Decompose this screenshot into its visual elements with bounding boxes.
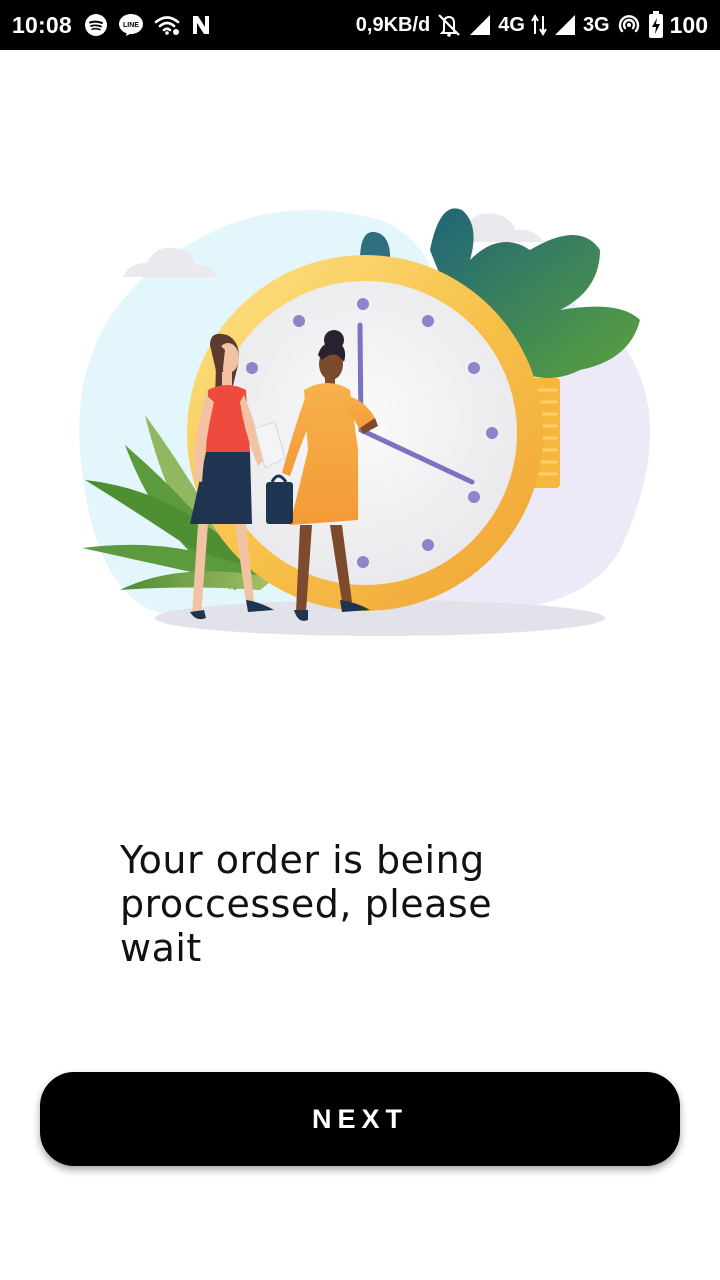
status-bar-right: 0,9KB/d 4G 3G 100 — [356, 11, 708, 39]
order-processing-message: Your order is being proccessed, please w… — [120, 838, 493, 970]
battery-level: 100 — [669, 11, 708, 38]
status-time: 10:08 — [12, 11, 72, 38]
signal-icon — [468, 13, 492, 37]
network-speed: 0,9KB/d — [355, 13, 431, 36]
data-arrows-icon — [531, 14, 547, 36]
clock-with-two-women-illustration — [79, 208, 650, 636]
next-button-label: NEXT — [311, 1103, 408, 1134]
signal-icon — [553, 13, 577, 37]
battery-charging-icon — [648, 11, 664, 39]
wifi-icon — [154, 14, 180, 36]
status-bar-left: 10:08 LINE — [12, 12, 222, 39]
status-bar: 10:08 LINE 0,9KB/d 4G 3G 100 — [0, 0, 720, 50]
line-icon: LINE — [118, 13, 144, 37]
hotspot-icon — [616, 12, 642, 38]
network-4g-label: 4G — [498, 13, 525, 36]
svg-text:LINE: LINE — [123, 22, 139, 29]
n-app-icon — [190, 14, 212, 36]
spotify-icon — [84, 13, 108, 37]
next-button[interactable]: NEXT — [40, 1072, 680, 1166]
network-3g-label: 3G — [582, 13, 610, 36]
bell-off-icon — [436, 12, 462, 38]
